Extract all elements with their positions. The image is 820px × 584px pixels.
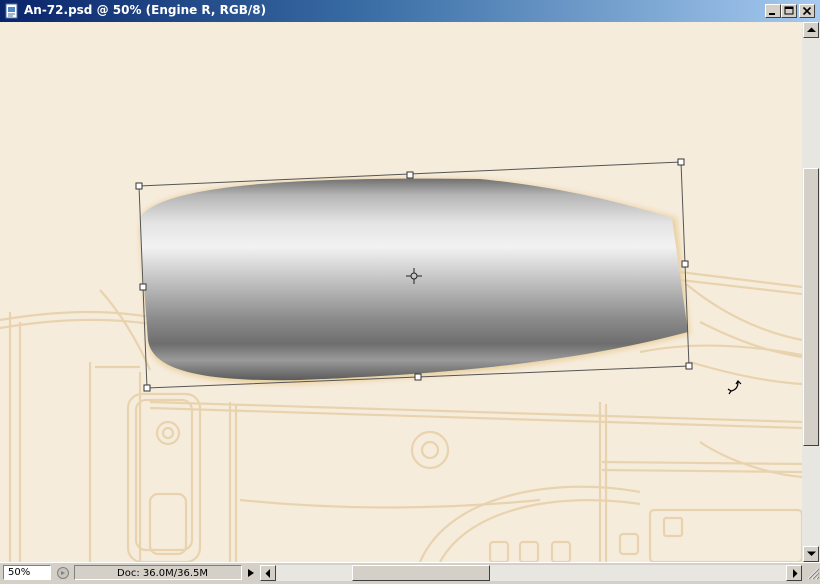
transform-handle (681, 260, 689, 268)
resize-grip[interactable] (802, 565, 820, 581)
resize-grip-icon (807, 568, 820, 580)
maximize-button[interactable] (781, 4, 797, 18)
canvas-artwork (0, 158, 802, 562)
transform-handle (406, 171, 414, 179)
close-icon (802, 6, 812, 16)
arrow-left-icon (265, 569, 270, 578)
vertical-scrollbar[interactable] (802, 22, 820, 562)
transform-handle (143, 384, 151, 392)
status-menu-arrow-icon[interactable] (244, 566, 258, 580)
status-bar: Doc: 36.0M/36.5M (0, 562, 820, 582)
minimize-icon (769, 13, 775, 15)
transform-handle (135, 182, 143, 190)
transform-handle (685, 362, 693, 370)
scroll-up-button[interactable] (803, 22, 819, 38)
document-size-info[interactable]: Doc: 36.0M/36.5M (74, 565, 242, 580)
scroll-right-button[interactable] (786, 565, 802, 581)
scroll-left-button[interactable] (260, 565, 276, 581)
title-bar[interactable]: An-72.psd @ 50% (Engine R, RGB/8) (0, 0, 820, 22)
transform-handle (414, 373, 422, 381)
zoom-level-input[interactable] (3, 565, 51, 580)
minimize-button[interactable] (765, 4, 781, 18)
maximize-icon (784, 6, 794, 15)
horizontal-scroll-thumb[interactable] (352, 565, 490, 581)
arrow-right-icon (793, 569, 798, 578)
rotate-cursor-icon (727, 380, 742, 395)
transform-handle (139, 283, 147, 291)
horizontal-scrollbar[interactable] (260, 565, 802, 581)
scroll-down-button[interactable] (803, 546, 819, 562)
arrow-up-icon (807, 27, 816, 32)
status-info-icon[interactable] (56, 566, 70, 580)
document-canvas[interactable] (0, 22, 802, 562)
arrow-down-icon (807, 551, 816, 556)
window-title: An-72.psd @ 50% (Engine R, RGB/8) (24, 3, 267, 17)
close-button[interactable] (799, 4, 815, 18)
transform-handle (677, 158, 685, 166)
vertical-scroll-thumb[interactable] (803, 168, 819, 446)
photoshop-document-icon (5, 3, 18, 19)
